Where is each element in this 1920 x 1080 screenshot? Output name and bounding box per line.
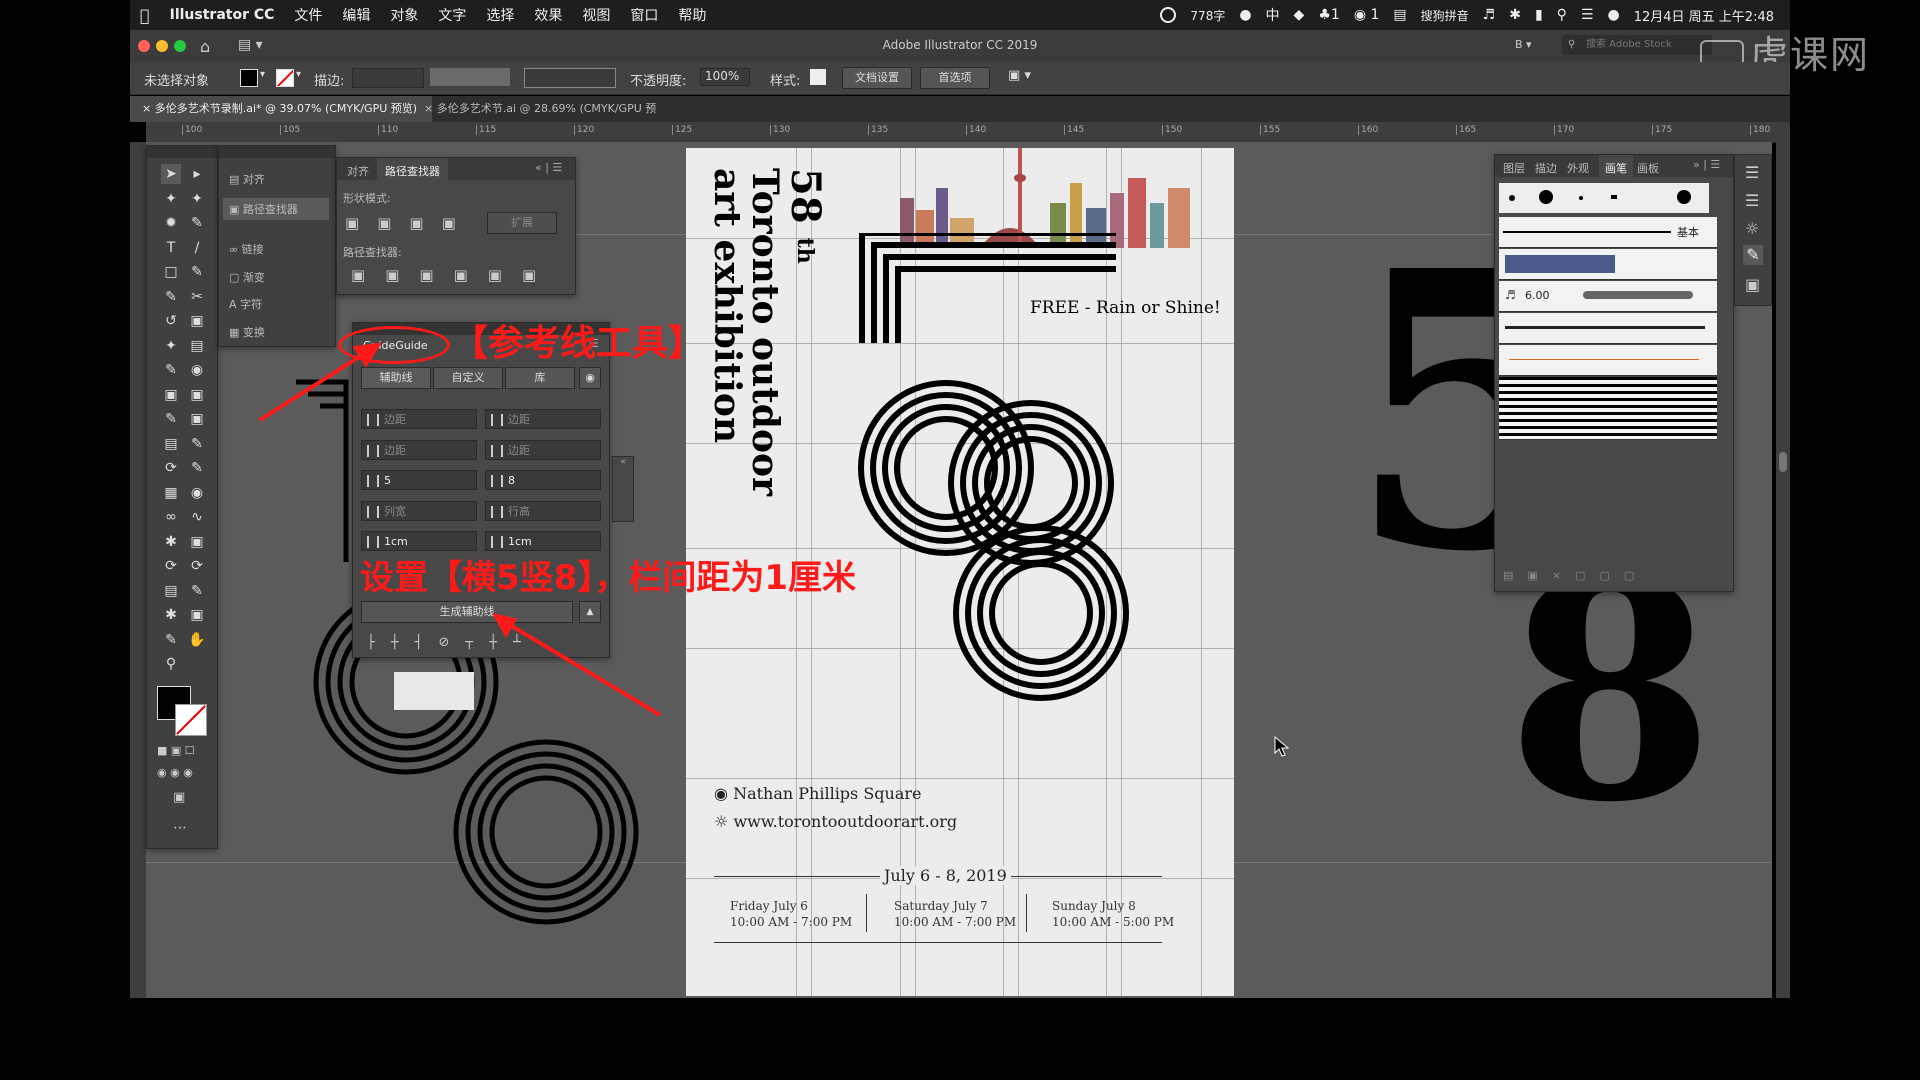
annotation-arrows [258,342,662,717]
mouse-cursor-icon [1274,736,1290,757]
